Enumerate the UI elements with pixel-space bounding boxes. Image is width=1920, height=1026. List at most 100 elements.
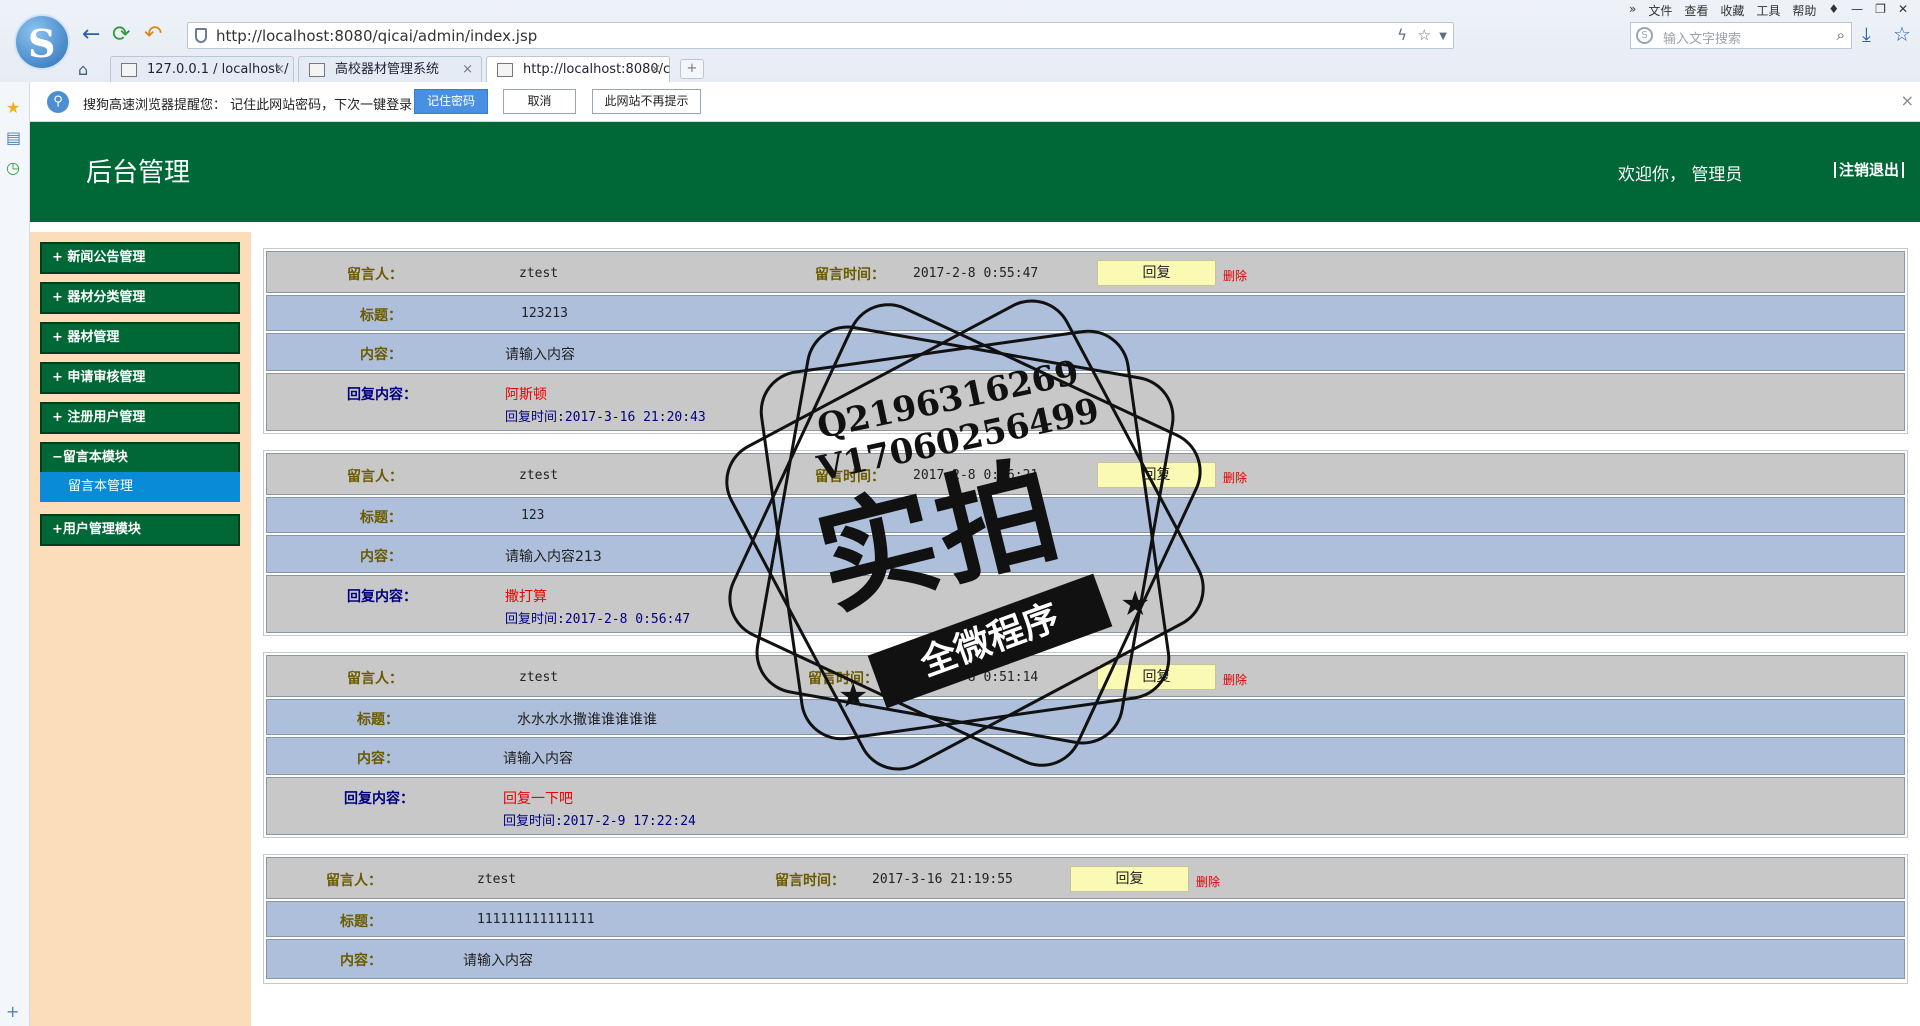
menu-news[interactable]: + 新闻公告管理	[40, 242, 240, 274]
time-value: 2017-3-16 21:19:55	[872, 872, 1013, 887]
tab-label: 127.0.0.1 / localhost /	[147, 62, 289, 77]
search-placeholder[interactable]: 输入文字搜索	[1663, 28, 1741, 47]
browser-sidebar: ★ ▤ ◷ +	[0, 82, 30, 1026]
author-label: 留言人：	[347, 469, 403, 485]
delete-link[interactable]: 删除	[1196, 873, 1220, 890]
sogou-icon: S	[1636, 27, 1653, 44]
content-value: 请输入内容	[505, 347, 575, 363]
browser-menu: » 文件 查看 收藏 工具 帮助 ♦ — ❐ ✕	[1629, 2, 1908, 19]
favorites-star-icon[interactable]: ☆	[1893, 22, 1911, 46]
menu-view[interactable]: 查看	[1684, 2, 1708, 19]
content-value: 请输入内容	[503, 751, 573, 767]
reply-row: 回复内容： 撒打算 回复时间:2017-2-8 0:56:47	[266, 575, 1905, 633]
close-tab-icon[interactable]: ×	[274, 57, 285, 82]
search-box[interactable]: S 输入文字搜索 ⌕	[1630, 22, 1852, 49]
new-tab-button[interactable]: +	[680, 59, 704, 79]
close-notice-icon[interactable]: ×	[1901, 91, 1914, 110]
close-tab-icon[interactable]: ×	[462, 57, 473, 82]
author-row: 留言人： ztest 留言时间： 2017-2-8 0:51:14 回复 删除	[266, 655, 1905, 697]
skin-icon[interactable]: ♦	[1828, 2, 1839, 19]
tab-equipment-system[interactable]: 高校器材管理系统 ×	[298, 56, 482, 82]
tab-label: http://localhost:8080/c	[523, 62, 671, 77]
flash-icon[interactable]: ϟ	[1397, 26, 1407, 44]
menu-user-module[interactable]: +用户管理模块	[40, 514, 240, 546]
add-icon[interactable]: +	[6, 1002, 19, 1021]
time-value: 2017-2-8 0:51:14	[913, 670, 1039, 685]
page-title: 后台管理	[86, 158, 191, 188]
reply-time: 回复时间:2017-2-9 17:22:24	[503, 814, 696, 829]
refresh-icon[interactable]: ⟳	[112, 22, 130, 47]
restore-icon[interactable]: ❐	[1875, 2, 1886, 19]
title-label: 标题：	[360, 308, 402, 324]
content-row: 内容： 请输入内容213	[266, 535, 1905, 573]
menu-tools[interactable]: 工具	[1756, 2, 1780, 19]
tab-phpmyadmin[interactable]: 127.0.0.1 / localhost / ×	[110, 56, 294, 82]
menu-file[interactable]: 文件	[1648, 2, 1672, 19]
time-label: 留言时间：	[775, 873, 845, 889]
author-label: 留言人：	[347, 267, 403, 283]
logout-link[interactable]: 注销退出	[1834, 162, 1905, 178]
minimize-icon[interactable]: —	[1851, 2, 1863, 19]
title-row: 标题： 123213	[266, 295, 1905, 331]
title-label: 标题：	[340, 914, 382, 930]
reply-button[interactable]: 回复	[1097, 260, 1216, 286]
delete-link[interactable]: 删除	[1223, 469, 1247, 486]
dropdown-icon[interactable]: ▼	[1439, 31, 1447, 42]
close-window-icon[interactable]: ✕	[1898, 2, 1908, 19]
reply-value: 撒打算	[505, 589, 547, 605]
star-icon[interactable]: ☆	[1418, 26, 1431, 44]
reply-button[interactable]: 回复	[1097, 664, 1216, 690]
pma-favicon-icon	[121, 63, 137, 77]
content-value: 请输入内容	[463, 953, 533, 969]
content-row: 内容： 请输入内容	[266, 737, 1905, 775]
history-icon[interactable]: ◷	[6, 158, 20, 177]
cancel-button[interactable]: 取消	[503, 89, 576, 114]
message-card: 留言人： ztest 留言时间： 2017-2-8 0:55:47 回复 删除 …	[263, 248, 1908, 434]
delete-link[interactable]: 删除	[1223, 671, 1247, 688]
search-icon[interactable]: ⌕	[1837, 26, 1845, 44]
download-icon[interactable]: ⤓	[1862, 22, 1871, 46]
menu-help[interactable]: 帮助	[1792, 2, 1816, 19]
address-url[interactable]: http://localhost:8080/qicai/admin/index.…	[216, 27, 537, 45]
menu-approval[interactable]: + 申请审核管理	[40, 362, 240, 394]
menu-users[interactable]: + 注册用户管理	[40, 402, 240, 434]
content-label: 内容：	[360, 549, 402, 565]
admin-sidebar: + 新闻公告管理 + 器材分类管理 + 器材管理 + 申请审核管理 + 注册用户…	[30, 232, 251, 1026]
address-bar[interactable]: http://localhost:8080/qicai/admin/index.…	[187, 22, 1454, 49]
reply-button[interactable]: 回复	[1097, 462, 1216, 488]
author-value: ztest	[519, 266, 559, 281]
title-row: 标题： 111111111111111	[266, 901, 1905, 937]
time-label: 留言时间：	[815, 267, 885, 283]
menu-equipment[interactable]: + 器材管理	[40, 322, 240, 354]
remember-password-button[interactable]: 记住密码	[414, 89, 488, 114]
content-row: 内容： 请输入内容	[266, 939, 1905, 979]
reply-button[interactable]: 回复	[1070, 866, 1189, 892]
reply-time: 回复时间:2017-2-8 0:56:47	[505, 612, 691, 627]
close-tab-icon[interactable]: ×	[650, 57, 661, 82]
menu-guestbook[interactable]: −留言本模块	[40, 442, 240, 474]
undo-icon[interactable]: ↶	[144, 22, 162, 47]
menu-favorites[interactable]: 收藏	[1720, 2, 1744, 19]
more-icon[interactable]: »	[1629, 2, 1636, 19]
author-row: 留言人： ztest 留言时间： 2017-3-16 21:19:55 回复 删…	[266, 857, 1905, 899]
content-label: 内容：	[357, 751, 399, 767]
author-label: 留言人：	[347, 671, 403, 687]
author-row: 留言人： ztest 留言时间： 2017-2-8 0:56:21 回复 删除	[266, 453, 1905, 495]
never-prompt-button[interactable]: 此网站不再提示	[592, 89, 701, 114]
menu-guestbook-manage[interactable]: 留言本管理	[40, 472, 240, 502]
back-icon[interactable]: ←	[82, 22, 100, 47]
password-notice-bar: ⚲ 搜狗高速浏览器提醒您： 记住此网站密码，下次一键登录！ 记住密码 取消 此网…	[30, 82, 1920, 122]
content-label: 内容：	[340, 953, 382, 969]
title-label: 标题：	[357, 712, 399, 728]
author-row: 留言人： ztest 留言时间： 2017-2-8 0:55:47 回复 删除	[266, 251, 1905, 293]
security-shield-icon	[195, 28, 207, 43]
tab-strip: 127.0.0.1 / localhost / × 高校器材管理系统 × htt…	[0, 56, 1920, 82]
notice-message: 搜狗高速浏览器提醒您： 记住此网站密码，下次一键登录！	[83, 98, 426, 113]
reply-label: 回复内容：	[347, 589, 417, 605]
menu-category[interactable]: + 器材分类管理	[40, 282, 240, 314]
reading-icon[interactable]: ▤	[6, 128, 21, 147]
reply-label: 回复内容：	[344, 791, 414, 807]
tab-admin-index[interactable]: http://localhost:8080/c ×	[486, 56, 670, 82]
favorites-icon[interactable]: ★	[6, 98, 20, 117]
delete-link[interactable]: 删除	[1223, 267, 1247, 284]
